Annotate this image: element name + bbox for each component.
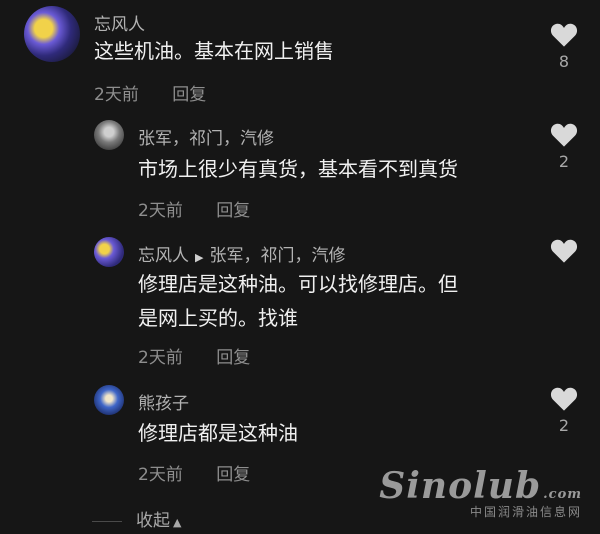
timestamp: 2天前 xyxy=(138,201,183,221)
avatar[interactable] xyxy=(94,120,124,150)
watermark: Sinolub .com 中国润滑油信息网 xyxy=(379,465,582,520)
watermark-domain: .com xyxy=(543,487,582,502)
like-button[interactable]: 2 xyxy=(544,122,584,171)
reply-button[interactable]: 回复 xyxy=(216,201,250,221)
heart-icon xyxy=(550,239,578,263)
heart-icon xyxy=(550,387,578,411)
comment-author[interactable]: 张军，祁门，汽修 xyxy=(138,124,274,149)
comment-text: 修理店都是这种油 xyxy=(138,416,298,450)
like-count: 8 xyxy=(558,52,570,71)
like-count: 2 xyxy=(558,416,570,435)
like-button[interactable]: 2 xyxy=(544,386,584,435)
comment-author[interactable]: 忘风人 xyxy=(94,10,145,35)
collapse-replies-button[interactable]: 收起 ▲ xyxy=(92,506,181,531)
comment-text-line: 这些机油。基本在网上销售 xyxy=(94,39,334,63)
avatar[interactable] xyxy=(24,6,80,62)
reply-button[interactable]: 回复 xyxy=(216,465,250,485)
comment-meta: 2天前 回复 xyxy=(138,343,250,368)
play-triangle-icon: ▶ xyxy=(195,251,204,264)
like-count: 2 xyxy=(558,152,570,171)
like-button[interactable] xyxy=(544,238,584,268)
heart-icon xyxy=(550,23,578,47)
reply-button[interactable]: 回复 xyxy=(172,85,206,105)
timestamp: 2天前 xyxy=(94,85,139,105)
comment-meta: 2天前 回复 xyxy=(138,196,250,221)
comment-text-line: 修理店是这种油。可以找修理店。但 xyxy=(138,272,458,296)
author-name[interactable]: 忘风人 xyxy=(138,246,189,266)
reply-to-name[interactable]: 张军，祁门，汽修 xyxy=(209,246,345,266)
comment-text-line: 市场上很少有真货，基本看不到真货 xyxy=(138,157,458,181)
author-name[interactable]: 忘风人 xyxy=(94,15,145,35)
divider xyxy=(92,520,122,522)
comment-text: 市场上很少有真货，基本看不到真货 xyxy=(138,152,458,186)
comment-text-line: 修理店都是这种油 xyxy=(138,421,298,445)
comment-meta: 2天前 回复 xyxy=(94,80,206,105)
timestamp: 2天前 xyxy=(138,348,183,368)
like-button[interactable]: 8 xyxy=(544,22,584,71)
comment-meta: 2天前 回复 xyxy=(138,460,250,485)
heart-icon xyxy=(550,123,578,147)
watermark-logo-text: Sinolub xyxy=(379,465,542,507)
comment-text-line: 是网上买的。找谁 xyxy=(138,306,298,330)
comment-text: 修理店是这种油。可以找修理店。但 是网上买的。找谁 xyxy=(138,267,458,335)
watermark-logo: Sinolub .com xyxy=(379,465,582,507)
collapse-label: 收起 xyxy=(136,511,170,531)
avatar[interactable] xyxy=(94,385,124,415)
comment-text: 这些机油。基本在网上销售 xyxy=(94,34,334,68)
avatar[interactable] xyxy=(94,237,124,267)
comment-author[interactable]: 忘风人 ▶ 张军，祁门，汽修 xyxy=(138,241,345,266)
author-name[interactable]: 熊孩子 xyxy=(138,394,189,414)
caret-up-icon: ▲ xyxy=(173,516,182,529)
timestamp: 2天前 xyxy=(138,465,183,485)
comment-author[interactable]: 熊孩子 xyxy=(138,389,189,414)
reply-button[interactable]: 回复 xyxy=(216,348,250,368)
author-name[interactable]: 张军，祁门，汽修 xyxy=(138,129,274,149)
